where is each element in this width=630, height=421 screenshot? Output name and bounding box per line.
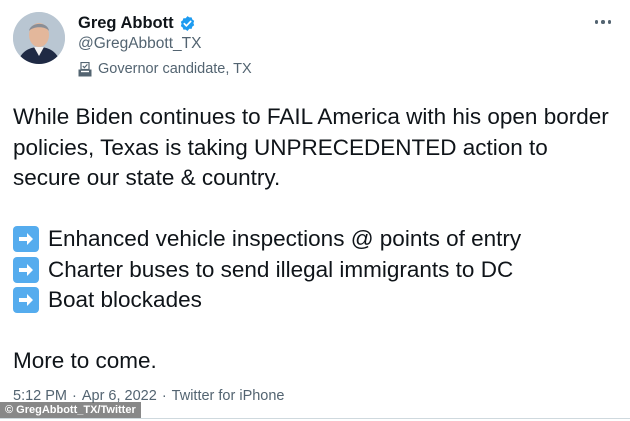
author-handle[interactable]: @GregAbbott_TX bbox=[78, 35, 201, 53]
tweet-bullet-text: Charter buses to send illegal immigrants… bbox=[48, 256, 514, 282]
avatar[interactable] bbox=[13, 12, 65, 64]
tweet-closing: More to come. bbox=[13, 348, 157, 373]
verified-badge-icon bbox=[179, 15, 196, 32]
more-options-icon[interactable] bbox=[592, 14, 614, 30]
tweet-text: While Biden continues to FAIL America wi… bbox=[13, 102, 613, 377]
ballot-box-icon bbox=[78, 61, 92, 77]
right-arrow-emoji-icon bbox=[13, 226, 39, 253]
tweet-source[interactable]: Twitter for iPhone bbox=[172, 388, 285, 404]
divider bbox=[0, 418, 630, 419]
tweet-bullet: Enhanced vehicle inspections @ points of… bbox=[13, 224, 613, 255]
tweet-bullet-text: Boat blockades bbox=[48, 287, 202, 312]
tweet-bullet: Boat blockades bbox=[13, 285, 613, 316]
tweet-bullet: Charter buses to send illegal immigrants… bbox=[13, 255, 613, 286]
tweet-paragraph: While Biden continues to FAIL America wi… bbox=[13, 104, 609, 190]
right-arrow-emoji-icon bbox=[13, 287, 39, 314]
author-display-name[interactable]: Greg Abbott bbox=[78, 14, 174, 33]
tweet-bullet-text: Enhanced vehicle inspections @ points of… bbox=[48, 226, 522, 251]
author-name-row: Greg Abbott bbox=[78, 12, 196, 34]
author-label: Governor candidate, TX bbox=[78, 59, 252, 79]
image-credit: © GregAbbott_TX/Twitter bbox=[0, 402, 141, 418]
meta-separator: · bbox=[161, 388, 167, 404]
author-label-text: Governor candidate, TX bbox=[98, 61, 252, 77]
right-arrow-emoji-icon bbox=[13, 256, 39, 283]
